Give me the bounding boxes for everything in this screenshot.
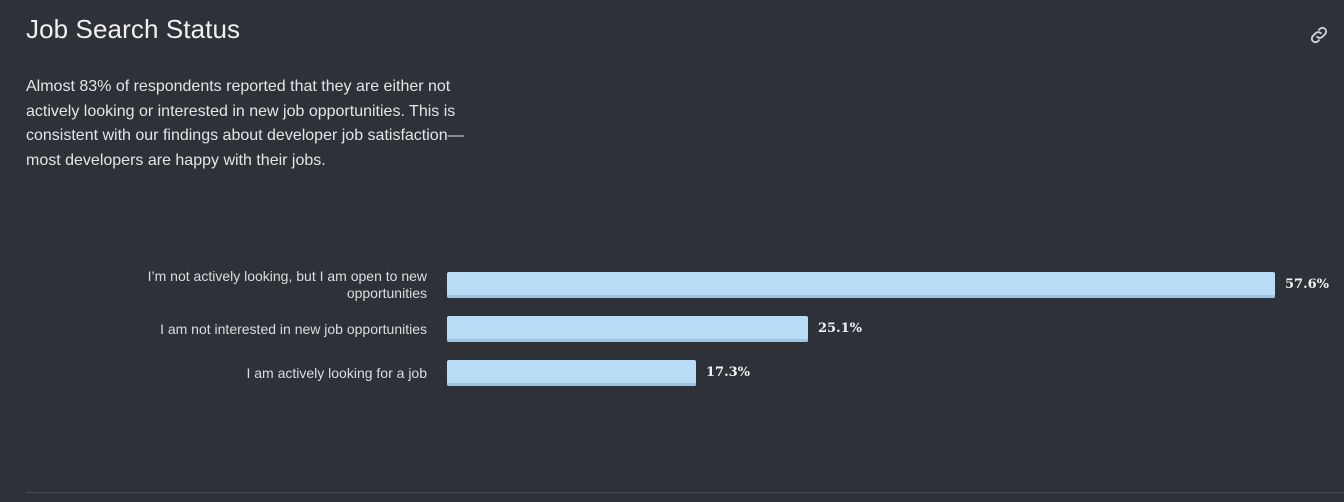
bar-label: I am not interested in new job opportuni… <box>160 320 427 337</box>
bar-label: I am actively looking for a job <box>246 364 427 381</box>
bar <box>447 360 696 386</box>
job-search-bar-chart: I’m not actively looking, but I am open … <box>0 0 1344 502</box>
bar-value-label: 17.3% <box>706 365 751 380</box>
bar-value-label: 57.6% <box>1285 277 1330 292</box>
section-divider <box>26 492 1344 493</box>
bar <box>447 272 1275 298</box>
bar <box>447 316 808 342</box>
bar-value-label: 25.1% <box>818 321 863 336</box>
bar-label: I’m not actively looking, but I am open … <box>147 268 427 301</box>
